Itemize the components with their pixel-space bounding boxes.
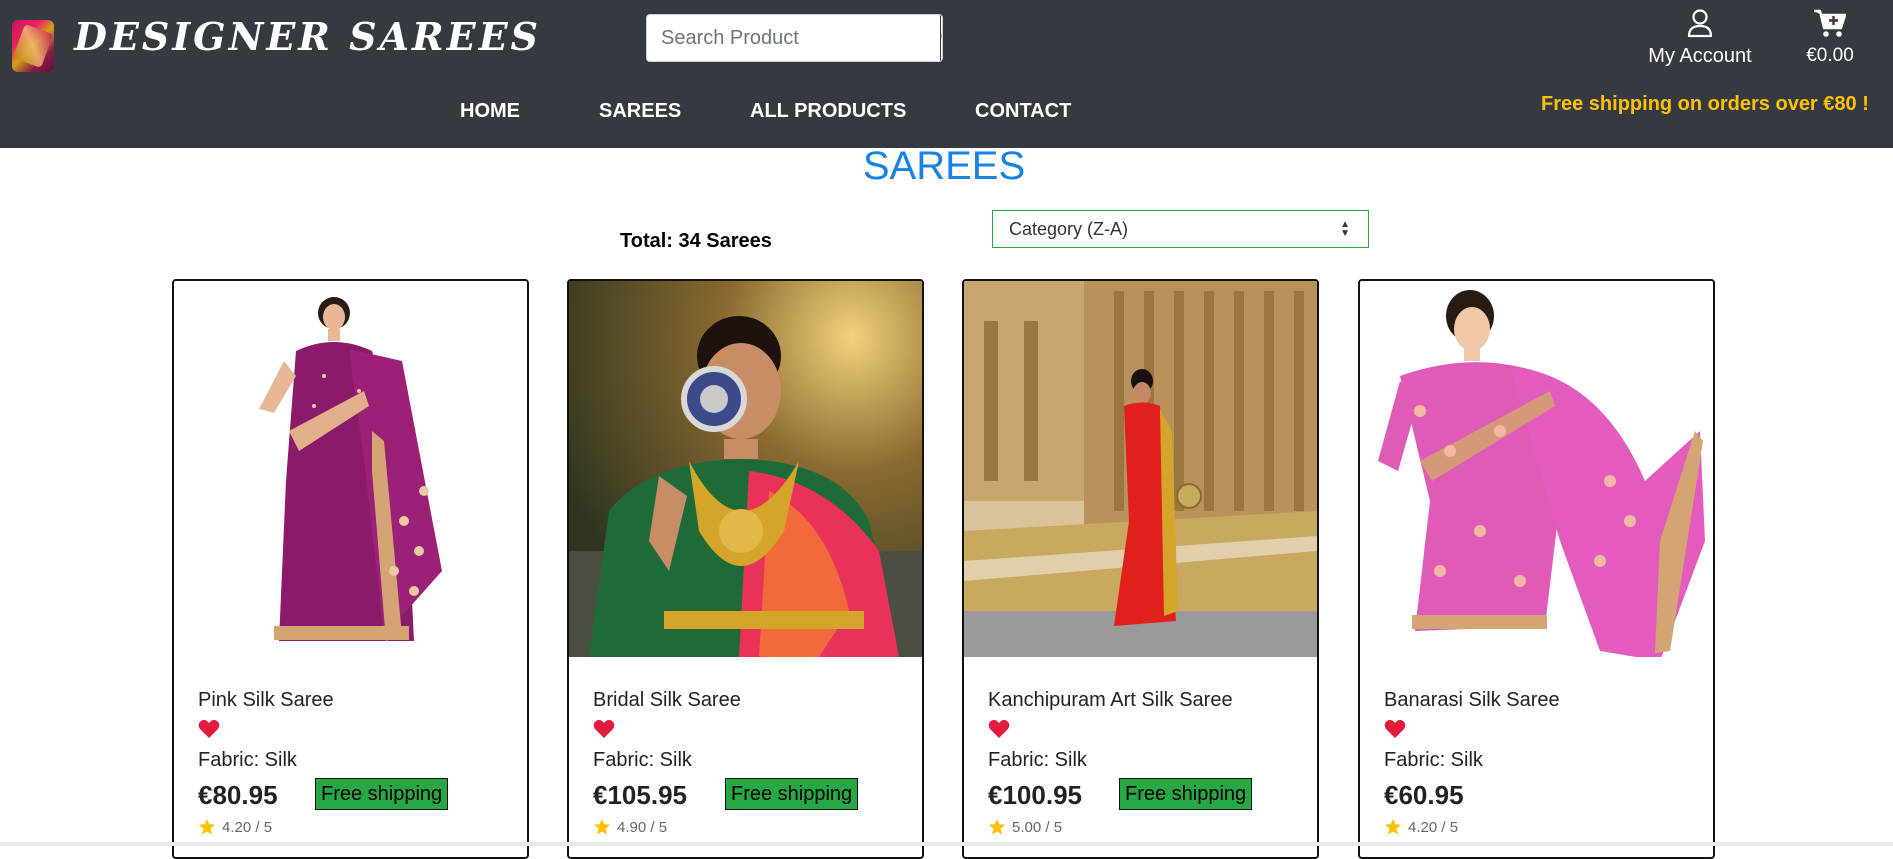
sort-selected-value: Category (Z-A) xyxy=(1009,218,1129,239)
rating-value: 4.90 / 5 xyxy=(617,818,668,836)
page-bottom-divider xyxy=(0,842,1893,846)
free-shipping-badge: Free shipping xyxy=(1119,778,1253,810)
heart-icon[interactable] xyxy=(1384,719,1406,739)
product-image[interactable] xyxy=(569,281,922,657)
brand-name[interactable]: DESIGNER SAREES xyxy=(74,14,541,59)
product-fabric: Fabric: Silk xyxy=(1384,749,1483,771)
heart-icon[interactable] xyxy=(988,719,1010,739)
free-shipping-badge: Free shipping xyxy=(315,778,449,810)
search-button[interactable] xyxy=(940,15,942,61)
product-fabric: Fabric: Silk xyxy=(988,749,1087,771)
nav-item-sarees[interactable]: SAREES xyxy=(599,100,681,123)
product-fabric: Fabric: Silk xyxy=(198,749,297,771)
product-fabric: Fabric: Silk xyxy=(593,749,692,771)
sort-select[interactable]: Category (Z-A) ▲ ▼ xyxy=(992,210,1369,248)
heart-icon[interactable] xyxy=(593,719,615,739)
product-name[interactable]: Kanchipuram Art Silk Saree xyxy=(988,689,1233,712)
product-name[interactable]: Bridal Silk Saree xyxy=(593,689,741,712)
product-name[interactable]: Pink Silk Saree xyxy=(198,689,334,712)
product-card[interactable]: Bridal Silk Saree Fabric: Silk €105.95 F… xyxy=(567,279,924,859)
product-card[interactable]: Pink Silk Saree Fabric: Silk €80.95 Free… xyxy=(172,279,529,859)
product-price: €80.95 xyxy=(198,780,278,810)
nav-item-contact[interactable]: CONTACT xyxy=(975,100,1071,123)
search-input[interactable] xyxy=(647,15,940,61)
search-icon xyxy=(941,33,942,39)
page-title: SAREES xyxy=(862,144,1026,188)
cart-total: €0.00 xyxy=(1806,45,1854,66)
product-name[interactable]: Banarasi Silk Saree xyxy=(1384,689,1560,712)
rating-value: 5.00 / 5 xyxy=(1012,818,1063,836)
product-card[interactable]: Kanchipuram Art Silk Saree Fabric: Silk … xyxy=(962,279,1319,859)
star-icon xyxy=(1384,818,1402,835)
search-form xyxy=(646,14,943,62)
product-price: €105.95 xyxy=(593,780,687,810)
nav-item-home[interactable]: HOME xyxy=(460,100,520,123)
product-image[interactable] xyxy=(1360,281,1713,657)
shipping-promo: Free shipping on orders over €80 ! xyxy=(1541,93,1869,115)
site-header: DESIGNER SAREES My Account €0.00 HOME SA… xyxy=(0,0,1893,148)
star-icon xyxy=(198,818,216,835)
product-image[interactable] xyxy=(964,281,1317,657)
free-shipping-badge: Free shipping xyxy=(725,778,859,810)
cart-icon xyxy=(1814,9,1847,37)
rating-value: 4.20 / 5 xyxy=(1408,818,1459,836)
star-icon xyxy=(593,818,611,835)
product-rating: 4.90 / 5 xyxy=(593,818,667,836)
product-price: €100.95 xyxy=(988,780,1082,810)
star-icon xyxy=(988,818,1006,835)
user-icon xyxy=(1687,9,1713,38)
product-rating: 5.00 / 5 xyxy=(988,818,1062,836)
product-card[interactable]: Banarasi Silk Saree Fabric: Silk €60.95 … xyxy=(1358,279,1715,859)
logo-image[interactable] xyxy=(12,20,54,72)
rating-value: 4.20 / 5 xyxy=(222,818,273,836)
my-account-label: My Account xyxy=(1648,45,1752,67)
product-rating: 4.20 / 5 xyxy=(198,818,272,836)
my-account-link[interactable]: My Account xyxy=(1640,8,1760,68)
product-count: Total: 34 Sarees xyxy=(620,230,772,252)
heart-icon[interactable] xyxy=(198,719,220,739)
sort-arrows-icon: ▲ ▼ xyxy=(1340,219,1350,239)
cart-link[interactable]: €0.00 xyxy=(1790,8,1870,67)
nav-item-all-products[interactable]: ALL PRODUCTS xyxy=(750,100,906,123)
product-image[interactable] xyxy=(174,281,527,657)
product-price: €60.95 xyxy=(1384,780,1464,810)
product-rating: 4.20 / 5 xyxy=(1384,818,1458,836)
